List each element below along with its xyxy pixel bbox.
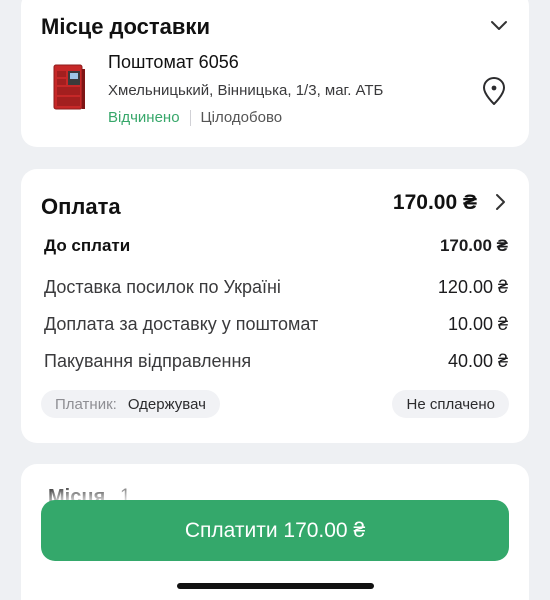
charge-label: Пакування відправлення <box>44 351 252 371</box>
delivery-card: Місце доставки Поштомат 6056 Хмельницьки… <box>21 0 529 147</box>
charge-label: Доставка посилок по Україні <box>44 277 281 297</box>
charge-row: Доплата за доставку у поштомат 10.00 ₴ <box>44 314 508 335</box>
charge-amount: 40.00 ₴ <box>447 351 508 371</box>
amount-due-label: До сплати <box>44 236 131 255</box>
charge-amount: 10.00 ₴ <box>447 314 508 334</box>
payer-value: Одержувач <box>127 395 206 413</box>
locker-name: Поштомат 6056 <box>108 52 239 72</box>
amount-due-row: До сплати 170.00 ₴ <box>44 236 508 256</box>
payment-card[interactable]: Оплата 170.00 ₴ До сплати 170.00 ₴ Доста… <box>21 169 529 443</box>
status-open: Відчинено <box>108 109 180 126</box>
payment-title: Оплата <box>41 194 121 219</box>
charge-row: Пакування відправлення 40.00 ₴ <box>44 351 508 372</box>
payment-total: 170.00 ₴ <box>392 191 477 214</box>
payer-badge: Платник: Одержувач <box>41 390 220 418</box>
payer-label: Платник: <box>55 395 117 413</box>
amount-due-value: 170.00 ₴ <box>439 236 508 255</box>
delivery-title: Місце доставки <box>41 14 210 39</box>
locker-status-row: Відчинено Цілодобово <box>108 109 282 126</box>
working-hours: Цілодобово <box>200 109 283 126</box>
charge-label: Доплата за доставку у поштомат <box>44 314 319 334</box>
home-indicator <box>177 583 374 589</box>
divider <box>189 109 191 126</box>
map-pin-icon[interactable] <box>482 76 506 106</box>
locker-address: Хмельницький, Вінницька, 1/3, маг. АТБ <box>108 82 384 99</box>
pay-button[interactable]: Сплатити 170.00 ₴ <box>41 500 509 561</box>
chevron-right-icon[interactable] <box>491 192 509 212</box>
chevron-down-icon[interactable] <box>489 16 509 36</box>
parcel-locker-image <box>53 64 85 110</box>
charge-amount: 120.00 ₴ <box>437 277 508 297</box>
payment-status-badge: Не сплачено <box>392 390 509 418</box>
charge-row: Доставка посилок по Україні 120.00 ₴ <box>44 277 508 298</box>
